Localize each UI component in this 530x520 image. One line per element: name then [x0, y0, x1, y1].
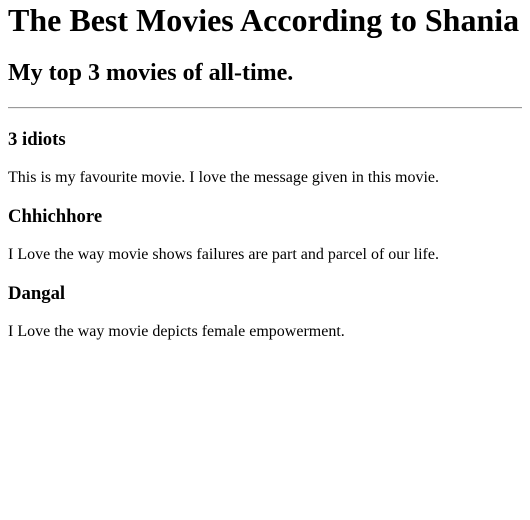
movie-item: Dangal I Love the way movie depicts fema…	[8, 283, 522, 341]
page-content: The Best Movies According to Shania My t…	[0, 0, 530, 341]
movie-description: I Love the way movie depicts female empo…	[8, 323, 345, 340]
movie-description: I Love the way movie shows failures are …	[8, 246, 439, 263]
movie-item: Chhichhore I Love the way movie shows fa…	[8, 206, 522, 264]
page-title: The Best Movies According to Shania	[8, 2, 520, 38]
movie-item: 3 idiots This is my favourite movie. I l…	[8, 129, 522, 187]
movie-title: Chhichhore	[8, 206, 103, 227]
movie-description: This is my favourite movie. I love the m…	[8, 169, 440, 186]
movie-title: 3 idiots	[8, 129, 66, 150]
divider	[8, 107, 522, 109]
movie-title: Dangal	[8, 283, 66, 304]
movie-list: 3 idiots This is my favourite movie. I l…	[8, 129, 522, 341]
page-subtitle: My top 3 movies of all-time.	[8, 60, 294, 86]
